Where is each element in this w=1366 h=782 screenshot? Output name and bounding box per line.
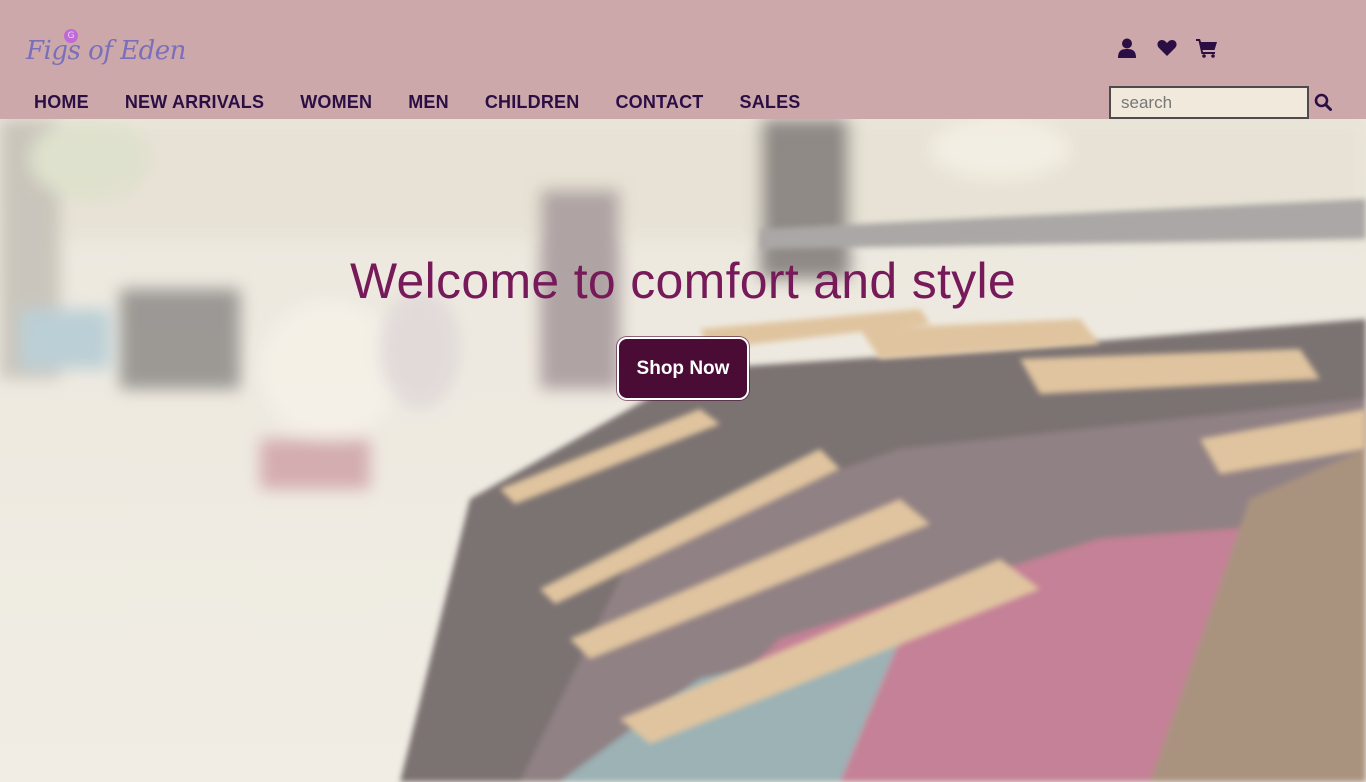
nav-item-children[interactable]: CHILDREN [485,92,580,113]
hero-overlay [0,119,1366,782]
site-logo[interactable]: G Figs of Eden [24,28,186,78]
logo-text: Figs of Eden [26,36,186,66]
main-nav: HOME NEW ARRIVALS WOMEN MEN CHILDREN CON… [34,92,801,113]
header-icons [1116,36,1218,60]
nav-item-contact[interactable]: CONTACT [615,92,703,113]
heart-icon[interactable] [1156,37,1178,59]
nav-item-sales[interactable]: SALES [740,92,801,113]
shop-now-button[interactable]: Shop Now [617,337,749,400]
search-icon[interactable] [1313,92,1333,112]
nav-item-women[interactable]: WOMEN [300,92,372,113]
user-icon[interactable] [1116,37,1138,59]
nav-item-new-arrivals[interactable]: NEW ARRIVALS [125,92,264,113]
hero-title: Welcome to comfort and style [349,253,1017,309]
hero-banner: Welcome to comfort and style Shop Now [0,119,1366,782]
search-input[interactable] [1109,86,1309,119]
cart-icon[interactable] [1196,37,1218,59]
nav-item-home[interactable]: HOME [34,92,89,113]
site-header: G Figs of Eden HOME NEW ARRIVALS WOMEN M… [0,0,1366,119]
nav-item-men[interactable]: MEN [408,92,449,113]
